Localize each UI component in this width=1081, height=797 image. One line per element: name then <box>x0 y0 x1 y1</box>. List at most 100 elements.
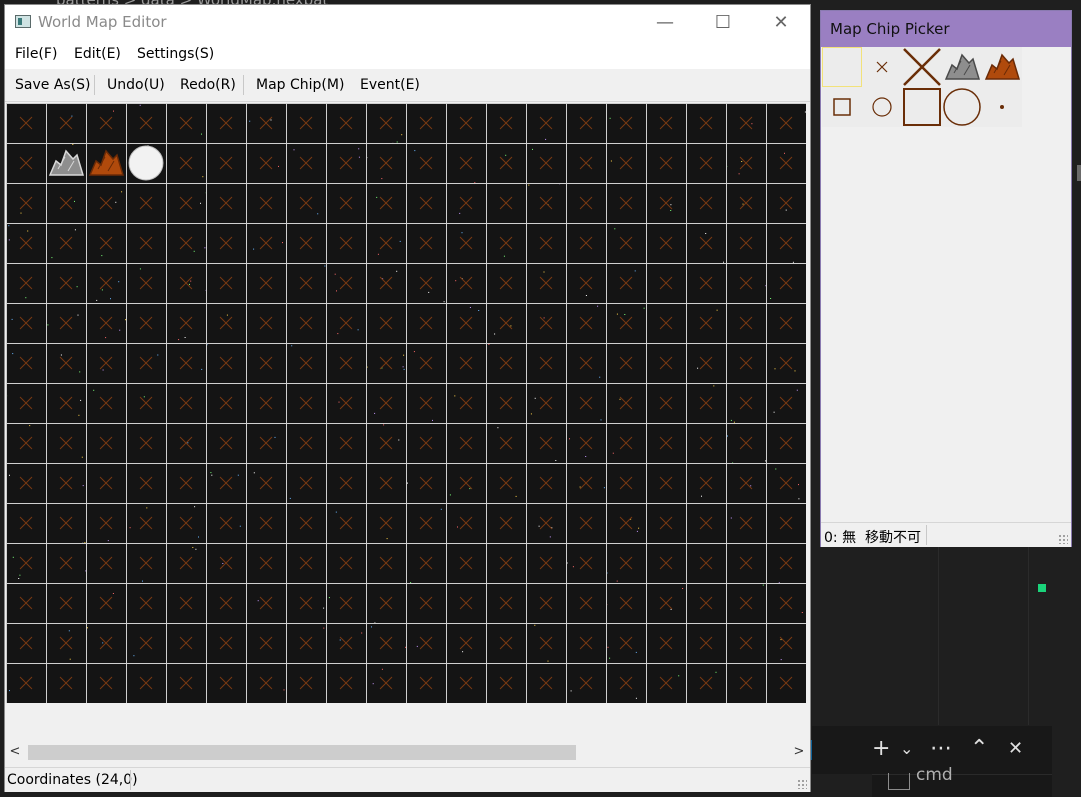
map-tile <box>579 556 593 570</box>
map-tile <box>739 356 753 370</box>
terminal-tab[interactable]: cmd <box>872 765 1052 797</box>
chip-big-square <box>903 88 941 126</box>
scroll-left-arrow[interactable]: < <box>6 742 24 762</box>
map-speck <box>18 578 20 579</box>
map-speck <box>102 642 104 644</box>
save-as-button[interactable]: Save As(S) <box>15 77 91 93</box>
cross-mark <box>539 196 553 210</box>
chip-grid[interactable] <box>822 47 1022 127</box>
cross-mark <box>139 516 153 530</box>
chip-palette[interactable] <box>822 47 1022 127</box>
cross-mark <box>179 596 193 610</box>
map-tile <box>579 636 593 650</box>
maximize-button[interactable]: ☐ <box>694 5 752 39</box>
map-tile <box>19 396 33 410</box>
cross-mark <box>739 676 753 690</box>
map-tile <box>379 276 393 290</box>
cross-mark <box>659 196 673 210</box>
map-tile <box>499 316 513 330</box>
map-speck <box>762 584 764 586</box>
map-speck <box>12 556 14 558</box>
map-speck <box>634 270 636 272</box>
map-speck <box>8 225 10 227</box>
map-tile <box>99 316 113 330</box>
map-tile <box>419 276 433 290</box>
map-canvas[interactable] <box>6 103 806 703</box>
map-tile <box>19 316 33 330</box>
scroll-right-arrow[interactable]: > <box>790 742 808 762</box>
map-speck <box>125 319 126 321</box>
map-speck <box>210 472 212 474</box>
cross-mark <box>219 116 233 130</box>
selection-highlight <box>822 47 862 87</box>
cross-mark <box>299 556 313 570</box>
map-tile <box>59 396 73 410</box>
add-terminal-button[interactable]: + <box>872 734 890 764</box>
redo-button[interactable]: Redo(R) <box>180 77 236 93</box>
cross-mark <box>259 236 273 250</box>
undo-button[interactable]: Undo(U) <box>107 77 165 93</box>
map-speck <box>603 487 605 489</box>
menu-file[interactable]: File(F) <box>15 46 57 62</box>
resize-grip-icon[interactable] <box>1058 534 1068 544</box>
map-speck <box>112 593 114 594</box>
cross-mark <box>619 356 633 370</box>
close-button[interactable]: ✕ <box>752 5 810 39</box>
cross-mark <box>139 276 153 290</box>
cross-mark <box>876 61 888 73</box>
map-speck <box>211 474 213 476</box>
cross-mark <box>259 516 273 530</box>
map-speck <box>78 414 80 416</box>
cross-mark <box>459 276 473 290</box>
menu-settings[interactable]: Settings(S) <box>137 46 214 62</box>
cross-mark <box>379 476 393 490</box>
square-mark <box>903 88 941 126</box>
map-tile <box>99 196 113 210</box>
map-tile <box>259 596 273 610</box>
map-speck <box>396 141 398 143</box>
cross-mark <box>259 596 273 610</box>
map-tile <box>179 316 193 330</box>
cross-mark <box>779 196 793 210</box>
map-speck <box>399 240 401 242</box>
map-tile <box>139 516 153 530</box>
cross-mark <box>739 276 753 290</box>
minimize-button[interactable]: — <box>636 5 694 39</box>
close-panel-button[interactable]: ✕ <box>1008 734 1023 764</box>
map-chip-button[interactable]: Map Chip(M) <box>256 77 344 93</box>
map-tile <box>419 556 433 570</box>
map-tile <box>619 676 633 690</box>
map-speck <box>101 255 103 257</box>
cross-mark <box>539 516 553 530</box>
map-tile <box>139 676 153 690</box>
cross-mark <box>539 116 553 130</box>
cross-mark <box>579 116 593 130</box>
map-speck <box>701 495 702 497</box>
map-tile <box>299 516 313 530</box>
cross-mark <box>579 156 593 170</box>
maximize-panel-button[interactable]: ⌃ <box>970 734 988 764</box>
cross-mark <box>19 396 33 410</box>
maximize-icon: ☐ <box>714 11 732 33</box>
title-bar[interactable]: World Map Editor — ☐ ✕ <box>5 5 810 39</box>
scroll-handle[interactable] <box>1077 165 1081 181</box>
terminal-dropdown-icon[interactable]: ⌄ <box>900 734 913 764</box>
cross-mark <box>579 276 593 290</box>
map-grid[interactable] <box>6 103 806 703</box>
more-actions-button[interactable]: ⋯ <box>930 734 952 764</box>
horizontal-scrollbar[interactable]: < > <box>6 742 806 762</box>
cross-mark <box>219 276 233 290</box>
map-tile <box>739 316 753 330</box>
menu-edit[interactable]: Edit(E) <box>74 46 121 62</box>
map-speck <box>515 495 517 497</box>
map-tile <box>579 596 593 610</box>
map-tile <box>619 556 633 570</box>
event-button[interactable]: Event(E) <box>360 77 420 93</box>
cross-mark <box>459 556 473 570</box>
cross-mark <box>739 556 753 570</box>
picker-title-bar[interactable]: Map Chip Picker <box>821 11 1071 47</box>
scroll-thumb[interactable] <box>28 745 576 760</box>
resize-grip-icon[interactable] <box>797 779 807 789</box>
map-tile <box>339 636 353 650</box>
map-tile <box>459 156 473 170</box>
